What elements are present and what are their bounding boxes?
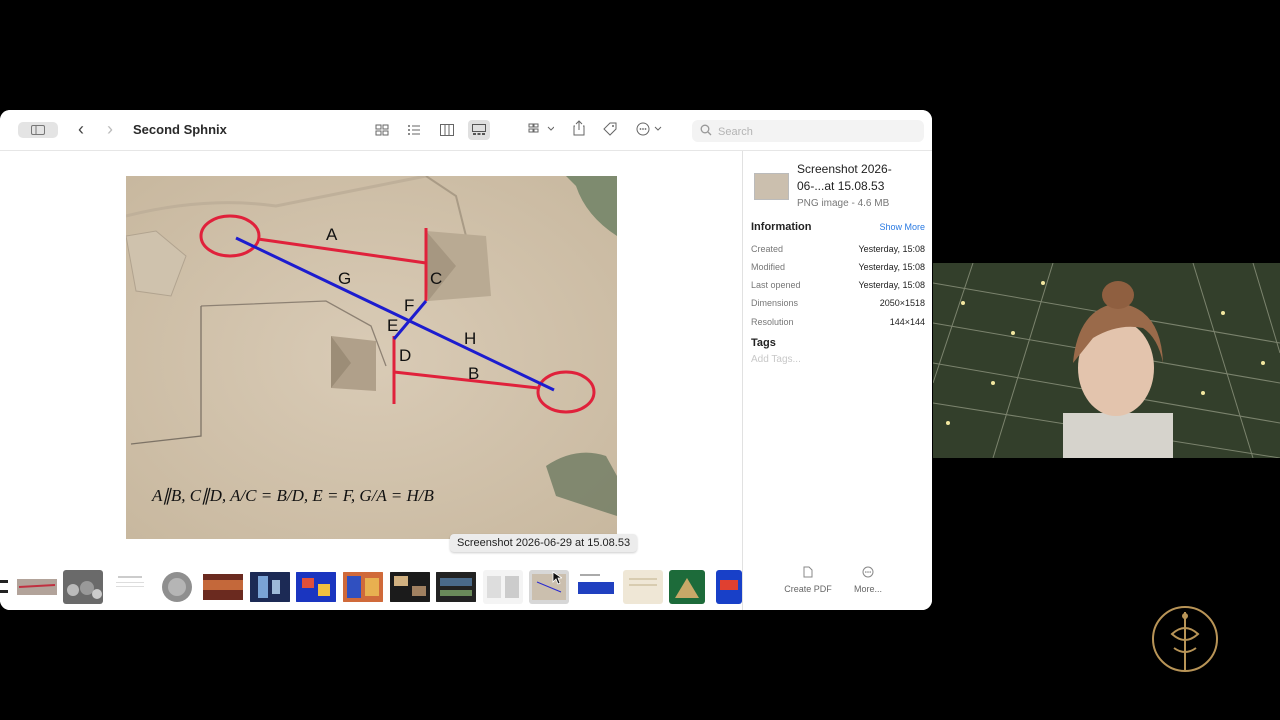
sidebar-toggle-button[interactable]: [18, 122, 58, 138]
info-value-resolution: 144×144: [889, 317, 925, 327]
cursor-icon: [552, 571, 562, 585]
label-e: E: [387, 316, 398, 335]
list-icon: [408, 125, 420, 135]
label-b: B: [468, 364, 479, 383]
more-actions-button[interactable]: [636, 122, 664, 142]
info-label-dimensions: Dimensions: [751, 298, 799, 308]
thumbnail[interactable]: [203, 570, 243, 604]
info-panel: Screenshot 2026-06-...at 15.08.53 PNG im…: [743, 151, 932, 610]
thumbnail[interactable]: [343, 570, 383, 604]
back-button[interactable]: ‹: [78, 119, 84, 139]
finder-window: ‹ › Second Sphnix Search A G C F E H D B…: [0, 110, 932, 610]
add-tags-field[interactable]: Add Tags...: [751, 354, 801, 365]
more-button[interactable]: More...: [838, 566, 898, 594]
thumbnail[interactable]: [110, 570, 150, 604]
show-more-link[interactable]: Show More: [879, 222, 925, 232]
label-a: A: [326, 225, 338, 244]
webcam-overlay: [933, 263, 1280, 458]
window-title: Second Sphnix: [133, 122, 227, 137]
create-pdf-button[interactable]: Create PDF: [778, 566, 838, 594]
forward-button[interactable]: ›: [107, 119, 113, 139]
search-icon: [700, 124, 712, 136]
file-name: Screenshot 2026-06-...at 15.08.53: [797, 162, 892, 193]
label-c: C: [430, 269, 442, 288]
thumbnail[interactable]: [157, 570, 197, 604]
label-d: D: [399, 346, 411, 365]
thumbnail[interactable]: [390, 570, 430, 604]
list-view-button[interactable]: [403, 120, 425, 140]
gallery-view-button[interactable]: [468, 120, 490, 140]
column-view-button[interactable]: [436, 120, 458, 140]
thumbnail[interactable]: [483, 570, 523, 604]
label-g: G: [338, 269, 351, 288]
file-thumbnail: [754, 173, 789, 200]
info-value-last-opened: Yesterday, 15:08: [858, 280, 925, 290]
tags-heading: Tags: [751, 337, 776, 349]
tag-button[interactable]: [602, 121, 618, 143]
ellipsis-circle-icon: [636, 122, 662, 136]
toolbar: ‹ › Second Sphnix: [0, 110, 932, 151]
label-f: F: [404, 296, 414, 315]
label-h: H: [464, 329, 476, 348]
channel-logo: [1150, 604, 1220, 674]
filename-tooltip: Screenshot 2026-06-29 at 15.08.53: [450, 534, 638, 552]
thumbnail[interactable]: [623, 570, 663, 604]
group-by-button[interactable]: [528, 122, 555, 142]
thumbnail[interactable]: [716, 570, 742, 604]
information-heading: Information: [751, 221, 812, 233]
info-value-modified: Yesterday, 15:08: [858, 262, 925, 272]
thumbnail[interactable]: [669, 570, 705, 604]
gallery-preview: A G C F E H D B A∥B, C∥D, A/C = B/D, E =…: [0, 151, 742, 566]
more-label: More...: [853, 584, 882, 594]
thumbnail-strip[interactable]: [0, 566, 742, 610]
create-pdf-label: Create PDF: [784, 584, 832, 594]
info-label-resolution: Resolution: [751, 317, 794, 327]
thumbnail[interactable]: [436, 570, 476, 604]
thumbnail[interactable]: [17, 570, 57, 604]
gallery-icon: [472, 124, 486, 135]
thumbnail[interactable]: [576, 570, 616, 604]
group-icon: [528, 123, 555, 133]
thumbnail[interactable]: [0, 570, 8, 604]
sidebar-icon: [31, 125, 45, 135]
columns-icon: [440, 124, 454, 136]
icon-view-button[interactable]: [371, 120, 393, 140]
tag-icon: [603, 122, 617, 136]
search-input[interactable]: [716, 122, 920, 142]
thumbnail-selected[interactable]: [529, 570, 569, 604]
webcam-video: [933, 263, 1280, 458]
ellipsis-circle-icon: [862, 566, 874, 578]
share-icon: [573, 120, 585, 136]
info-value-dimensions: 2050×1518: [879, 298, 925, 308]
info-value-created: Yesterday, 15:08: [858, 244, 925, 254]
document-icon: [803, 566, 813, 578]
emblem-icon: [1152, 606, 1218, 672]
info-label-modified: Modified: [751, 262, 786, 272]
info-label-last-opened: Last opened: [751, 280, 801, 290]
thumbnail[interactable]: [250, 570, 290, 604]
pyramids-diagram: A G C F E H D B A∥B, C∥D, A/C = B/D, E =…: [126, 176, 617, 539]
grid-icon: [375, 124, 389, 136]
thumbnail[interactable]: [63, 570, 103, 604]
share-button[interactable]: [572, 120, 586, 142]
preview-image: A G C F E H D B A∥B, C∥D, A/C = B/D, E =…: [126, 176, 617, 539]
search-field[interactable]: [692, 120, 924, 142]
file-type: PNG image - 4.6 MB: [797, 198, 890, 209]
thumbnail[interactable]: [296, 570, 336, 604]
ratio-formula: A∥B, C∥D, A/C = B/D, E = F, G/A = H/B: [151, 486, 434, 505]
info-label-created: Created: [751, 244, 784, 254]
